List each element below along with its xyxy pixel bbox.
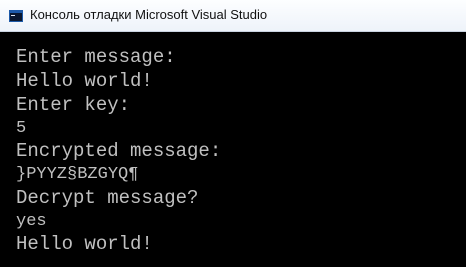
console-line: yes <box>16 212 47 231</box>
window-title: Консоль отладки Microsoft Visual Studio <box>30 7 268 22</box>
console-output[interactable]: Enter message: Hello world! Enter key: 5… <box>0 32 466 267</box>
console-line: Hello world! <box>16 70 153 92</box>
console-line: Enter key: <box>16 94 131 116</box>
console-line: 5 <box>16 119 27 138</box>
console-icon <box>9 10 23 22</box>
title-bar[interactable]: Консоль отладки Microsoft Visual Studio <box>0 0 466 32</box>
console-line: }PYYZ§BZGYQ¶ <box>16 165 139 184</box>
console-line: Hello world! <box>16 233 153 255</box>
console-line: Encrypted message: <box>16 140 222 162</box>
console-line: Enter message: <box>16 46 176 68</box>
console-line: Decrypt message? <box>16 187 199 209</box>
